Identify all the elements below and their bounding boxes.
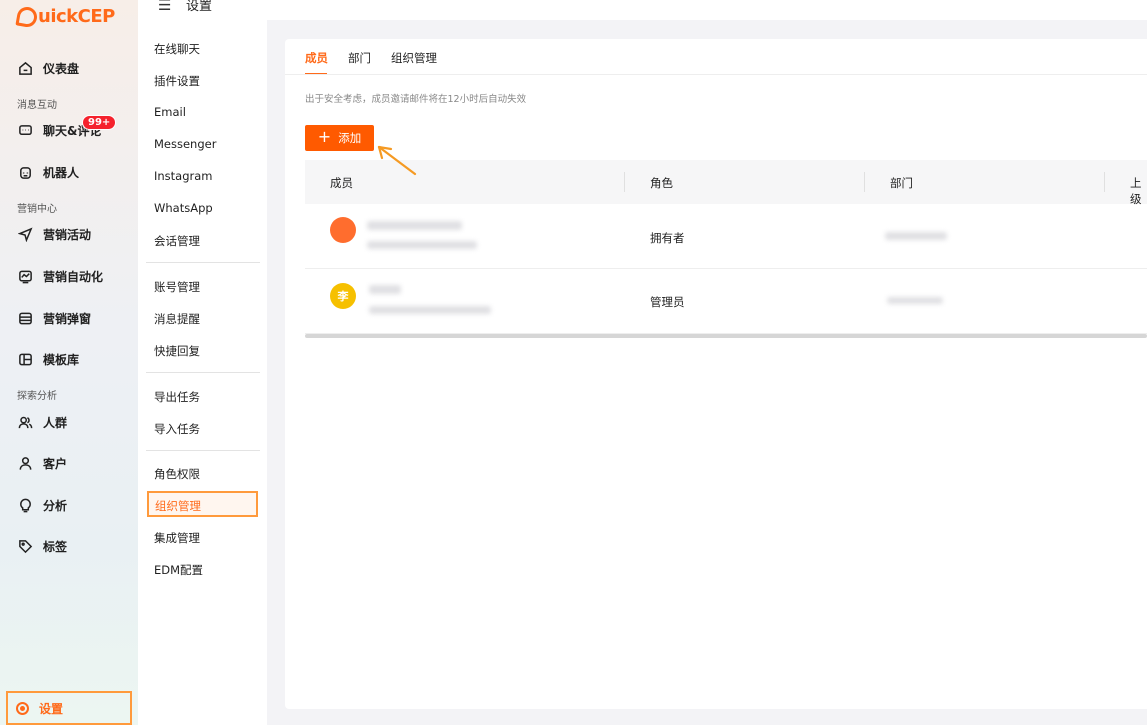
submenu-divider [146,372,260,373]
member-role: 管理员 [650,295,685,309]
member-email-redacted [369,306,491,314]
home-icon [17,61,33,77]
submenu-divider [146,450,260,451]
org-tabs: 成员 部门 组织管理 [305,50,457,75]
col-member: 成员 [330,176,353,190]
submenu-instagram[interactable]: Instagram [154,169,213,183]
settings-icon [16,701,29,715]
submenu-import-tasks[interactable]: 导入任务 [154,421,200,437]
unread-badge: 99+ [82,115,117,130]
nav-automation[interactable]: 营销自动化 [17,268,103,285]
submenu-integrations[interactable]: 集成管理 [154,530,200,546]
primary-sidebar: uickCEP 仪表盘 消息互动 聊天&评论 99+ 机器人 营销中心 营销活动… [0,0,138,725]
menu-collapse-icon[interactable]: ☰ [158,0,171,14]
horizontal-scrollbar[interactable] [305,334,1147,338]
nav-settings[interactable]: 设置 [6,691,132,725]
submenu-messenger[interactable]: Messenger [154,137,216,151]
section-analytics: 探索分析 [17,391,57,402]
nav-settings-label: 设置 [39,701,64,716]
avatar: 李 [330,283,356,309]
table-row[interactable]: 李 管理员 [305,269,1147,334]
nav-automation-label: 营销自动化 [43,270,104,284]
submenu-email[interactable]: Email [154,105,186,119]
tag-icon [17,539,33,555]
robot-icon [17,165,33,181]
submenu-role-permissions[interactable]: 角色权限 [154,466,200,482]
nav-campaigns[interactable]: 营销活动 [17,226,91,243]
tabs-divider [285,74,1147,75]
nav-popups-label: 营销弹窗 [43,312,92,326]
col-separator [1104,172,1105,192]
nav-robot[interactable]: 机器人 [17,164,79,181]
nav-customers[interactable]: 客户 [17,455,67,472]
invite-expiry-notice: 出于安全考虑，成员邀请邮件将在12小时后自动失效 [305,94,527,105]
template-icon [17,352,33,368]
avatar [330,217,356,243]
nav-tags[interactable]: 标签 [17,538,67,555]
tab-members[interactable]: 成员 [305,50,328,75]
col-supervisor: 上级 [1130,176,1142,206]
submenu-org-mgmt[interactable]: 组织管理 [147,491,258,517]
popup-icon [17,311,33,327]
chat-icon [17,123,33,139]
add-member-label: 添加 [338,131,362,145]
table-header: 成员 角色 部门 上级 [305,160,1147,206]
quickcep-logo[interactable]: uickCEP [15,4,115,29]
member-role: 拥有者 [650,231,685,245]
nav-popups[interactable]: 营销弹窗 [17,310,91,327]
nav-templates-label: 模板库 [43,353,80,367]
top-header: ☰ 设置 [138,0,1147,20]
submenu-export-tasks[interactable]: 导出任务 [154,389,200,405]
nav-analysis[interactable]: 分析 [17,497,67,514]
automation-icon [17,269,33,285]
members-panel: 成员 部门 组织管理 出于安全考虑，成员邀请邮件将在12小时后自动失效 + 添加… [285,39,1147,709]
members-table: 成员 角色 部门 上级 拥有者 李 管理员 [305,160,1147,334]
logo-mark-icon [15,4,39,29]
nav-analysis-label: 分析 [43,499,68,513]
nav-campaigns-label: 营销活动 [43,228,92,242]
tab-departments[interactable]: 部门 [348,50,371,75]
nav-dashboard-label: 仪表盘 [43,62,80,76]
bulb-icon [17,498,33,514]
nav-robot-label: 机器人 [43,166,80,180]
nav-dashboard[interactable]: 仪表盘 [17,60,79,77]
page-title: 设置 [186,0,213,14]
member-email-redacted [367,241,477,249]
submenu-org-mgmt-label: 组织管理 [155,499,201,513]
member-name-redacted [369,285,401,294]
col-separator [864,172,865,192]
submenu-edm-config[interactable]: EDM配置 [154,562,203,578]
nav-templates[interactable]: 模板库 [17,351,79,368]
submenu-conversation-mgmt[interactable]: 会话管理 [154,233,200,249]
submenu-divider [146,262,260,263]
member-name-redacted [367,221,462,230]
section-marketing: 营销中心 [17,204,57,215]
settings-submenu: 在线聊天 插件设置 Email Messenger Instagram What… [138,20,267,725]
plus-icon: + [317,127,332,146]
submenu-notifications[interactable]: 消息提醒 [154,311,200,327]
nav-audience-label: 人群 [43,416,68,430]
member-department-redacted [885,232,947,240]
member-department-redacted [887,297,943,304]
nav-tags-label: 标签 [43,540,68,554]
submenu-account-mgmt[interactable]: 账号管理 [154,279,200,295]
submenu-quick-replies[interactable]: 快捷回复 [154,343,200,359]
submenu-live-chat[interactable]: 在线聊天 [154,41,200,57]
section-messaging: 消息互动 [17,100,57,111]
tab-org-mgmt[interactable]: 组织管理 [391,50,437,75]
nav-customers-label: 客户 [43,457,68,471]
submenu-whatsapp[interactable]: WhatsApp [154,201,213,215]
annotation-arrow-icon [377,145,417,176]
send-icon [17,227,33,243]
people-icon [17,415,33,431]
table-row[interactable]: 拥有者 [305,204,1147,269]
logo-text: uickCEP [38,6,115,27]
col-separator [624,172,625,192]
submenu-plugin-settings[interactable]: 插件设置 [154,73,200,89]
col-role: 角色 [650,176,673,190]
add-member-button[interactable]: + 添加 [305,125,374,151]
user-icon [17,456,33,472]
col-department: 部门 [890,176,913,190]
nav-audience[interactable]: 人群 [17,414,67,431]
